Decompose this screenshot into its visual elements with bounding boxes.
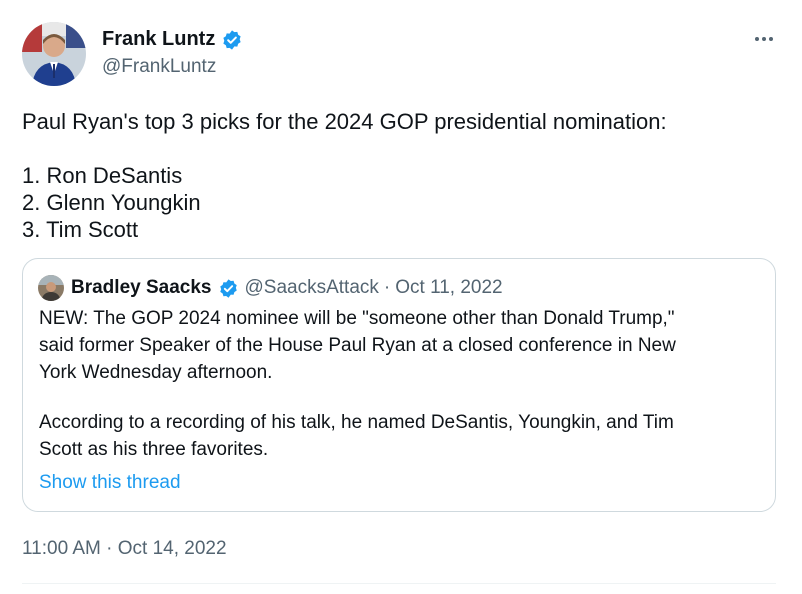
quoted-text-line: York Wednesday afternoon.	[39, 362, 273, 383]
tweet-text-line: 3. Tim Scott	[22, 217, 139, 242]
quoted-tweet[interactable]: Bradley Saacks @SaacksAttack · Oct 11, 2…	[22, 258, 776, 512]
quoted-header: Bradley Saacks @SaacksAttack · Oct 11, 2…	[71, 275, 503, 301]
author-avatar[interactable]	[22, 22, 86, 86]
quoted-date[interactable]: Oct 11, 2022	[395, 277, 502, 299]
quoted-author-handle[interactable]: @SaacksAttack	[245, 277, 379, 299]
verified-badge-icon	[219, 278, 237, 298]
quoted-author-avatar	[38, 275, 64, 301]
tweet: Frank Luntz @FrankLuntz Paul Ryan's top …	[0, 0, 802, 594]
author-name[interactable]: Frank Luntz	[102, 28, 243, 51]
author-name-text[interactable]: Frank Luntz	[102, 28, 215, 51]
divider	[22, 583, 776, 584]
quoted-text: NEW: The GOP 2024 nominee will be "someo…	[39, 305, 759, 463]
tweet-text-line: Paul Ryan's top 3 picks for the 2024 GOP…	[22, 109, 667, 134]
quoted-text-line: said former Speaker of the House Paul Ry…	[39, 335, 676, 356]
tweet-text-line: 1. Ron DeSantis	[22, 163, 183, 188]
tweet-text-gap	[22, 135, 782, 162]
quoted-text-line: NEW: The GOP 2024 nominee will be "someo…	[39, 308, 675, 329]
more-options-icon[interactable]	[748, 28, 780, 50]
tweet-timestamp[interactable]: 11:00 AM · Oct 14, 2022	[22, 538, 227, 560]
show-thread-link[interactable]: Show this thread	[39, 472, 181, 494]
tweet-text-line: 2. Glenn Youngkin	[22, 190, 201, 215]
quoted-author-name[interactable]: Bradley Saacks	[71, 277, 212, 299]
quoted-separator: ·	[383, 277, 391, 298]
author-handle[interactable]: @FrankLuntz	[102, 56, 216, 78]
tweet-text: Paul Ryan's top 3 picks for the 2024 GOP…	[22, 108, 782, 243]
quoted-text-line: According to a recording of his talk, he…	[39, 412, 674, 433]
quoted-text-gap	[39, 386, 759, 409]
quoted-text-line: Scott as his three favorites.	[39, 439, 269, 460]
verified-badge-icon	[223, 29, 241, 50]
